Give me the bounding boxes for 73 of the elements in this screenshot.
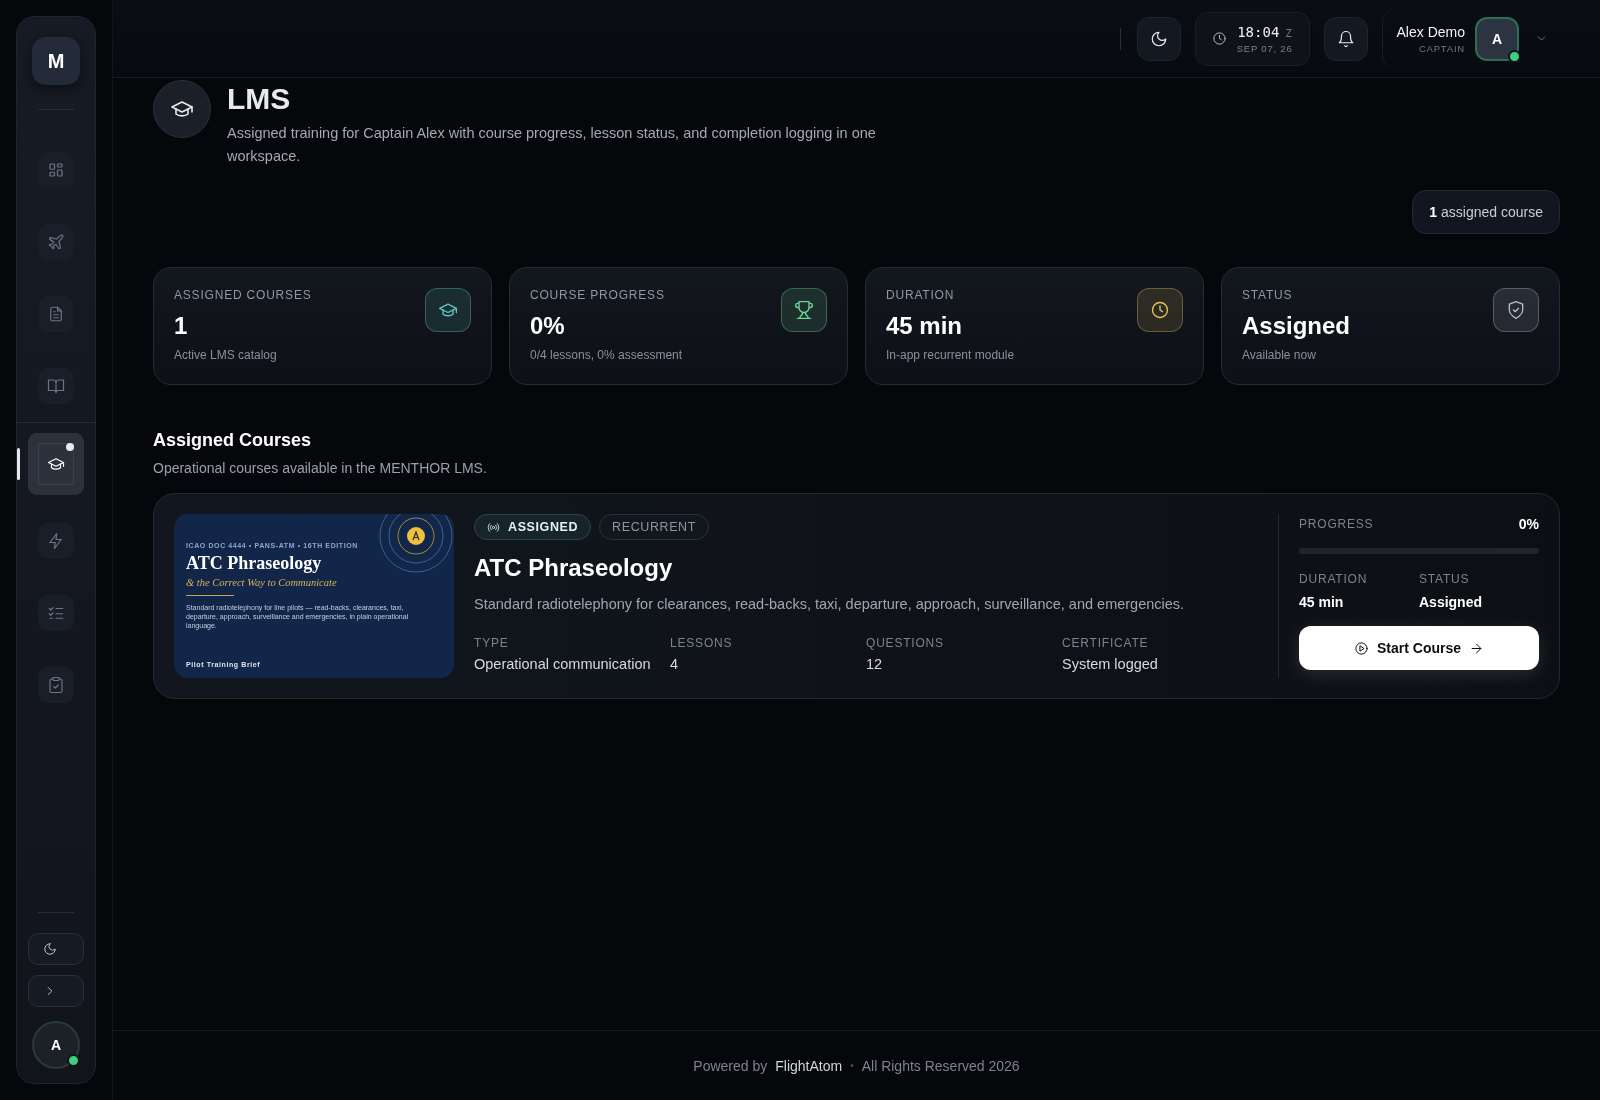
- checklist-icon: [47, 604, 65, 622]
- fact-label: DURATION: [1299, 572, 1369, 586]
- fact-label: STATUS: [1419, 572, 1471, 586]
- page-title: LMS: [227, 81, 292, 117]
- stat-label: DURATION: [886, 288, 956, 302]
- stat-caption: In-app recurrent module: [886, 348, 1015, 362]
- meta-label: QUESTIONS: [866, 636, 945, 650]
- start-course-button[interactable]: Start Course: [1299, 626, 1539, 670]
- dark-mode-button[interactable]: [28, 933, 84, 965]
- nav-button[interactable]: [28, 433, 84, 495]
- user-menu[interactable]: Alex Demo CAPTAIN A: [1381, 8, 1554, 69]
- trophy-icon: [794, 300, 814, 320]
- time-text: 18:04: [1237, 23, 1280, 40]
- play-icon: [1354, 640, 1369, 656]
- separator-dot: •: [850, 1060, 854, 1071]
- lightning-icon: [47, 532, 65, 550]
- clipboard-check-icon: [47, 676, 65, 694]
- arrow-right-icon: [1469, 640, 1484, 656]
- stat-caption: 0/4 lessons, 0% assessment: [530, 348, 683, 362]
- category-tag: RECURRENT: [599, 514, 709, 540]
- course-description: Standard radiotelephony for clearances, read-backs, taxi, departure, approach, surveillance, and emergencies.: [474, 596, 1186, 612]
- document-icon: [47, 305, 65, 323]
- bell-icon: [1336, 29, 1355, 48]
- dashboard-icon: [47, 161, 65, 179]
- avatar[interactable]: A: [32, 1021, 80, 1069]
- avatar: A: [1475, 16, 1519, 61]
- cover-subtitle: & the Correct Way to Communicate: [186, 577, 338, 588]
- user-name: Alex Demo: [1396, 23, 1465, 40]
- fact-value: 45 min: [1299, 594, 1345, 610]
- stat-caption: Active LMS catalog: [174, 348, 278, 362]
- book-icon: [47, 377, 65, 395]
- meta-label: CERTIFICATE: [1062, 636, 1150, 650]
- progress-reading: 0%: [1518, 516, 1539, 532]
- clock-icon: [1211, 31, 1227, 46]
- stat-value: 0%: [530, 312, 566, 340]
- meta-value: System logged: [1062, 656, 1159, 672]
- meta-value: 12: [866, 656, 884, 672]
- course-title: ATC Phraseology: [474, 554, 674, 582]
- moon-icon: [1149, 29, 1168, 48]
- moon-icon: [43, 942, 57, 956]
- theme-button[interactable]: [1136, 16, 1181, 61]
- logo[interactable]: M: [32, 37, 80, 85]
- section-subtitle: Operational courses available in the MENTHOR LMS.: [153, 460, 488, 476]
- section-title: Assigned Courses: [153, 430, 313, 451]
- date-text: SEP 07, 26: [1236, 42, 1293, 54]
- user-role: CAPTAIN: [1418, 42, 1465, 54]
- status-tag: ASSIGNED: [474, 514, 592, 540]
- page-description: Assigned training for Captain Alex with course progress, lesson status, and completion logging in one workspace.: [227, 124, 877, 166]
- meta-label: LESSONS: [670, 636, 734, 650]
- cover-title: ATC Phraseology: [186, 553, 323, 574]
- brand-link[interactable]: FlightAtom: [775, 1057, 843, 1074]
- footer-text: Powered by: [693, 1057, 768, 1074]
- meta-value: 4: [670, 656, 680, 672]
- stat-value: Assigned: [1242, 312, 1351, 340]
- progress-label: PROGRESS: [1299, 517, 1374, 531]
- plane-icon: [47, 233, 65, 251]
- stat-caption: Available now: [1242, 348, 1317, 362]
- stat-value: 45 min: [886, 312, 964, 340]
- stat-label: STATUS: [1242, 288, 1294, 302]
- fact-value: Assigned: [1419, 594, 1483, 610]
- stat-value: 1: [174, 312, 189, 340]
- course-count-badge: 1 assigned course: [1412, 190, 1560, 234]
- notifications-button[interactable]: [1323, 16, 1368, 61]
- copyright-text: All Rights Reserved 2026: [861, 1057, 1020, 1074]
- graduation-cap-icon: [47, 455, 65, 473]
- clock-icon: [1150, 300, 1170, 320]
- meta-label: TYPE: [474, 636, 510, 650]
- broadcast-icon: [487, 520, 500, 534]
- time-zone: Z: [1285, 26, 1292, 40]
- shield-check-icon: [1506, 300, 1526, 320]
- meta-value: Operational communication: [474, 656, 652, 672]
- stat-label: ASSIGNED COURSES: [174, 288, 312, 302]
- stat-label: COURSE PROGRESS: [530, 288, 666, 302]
